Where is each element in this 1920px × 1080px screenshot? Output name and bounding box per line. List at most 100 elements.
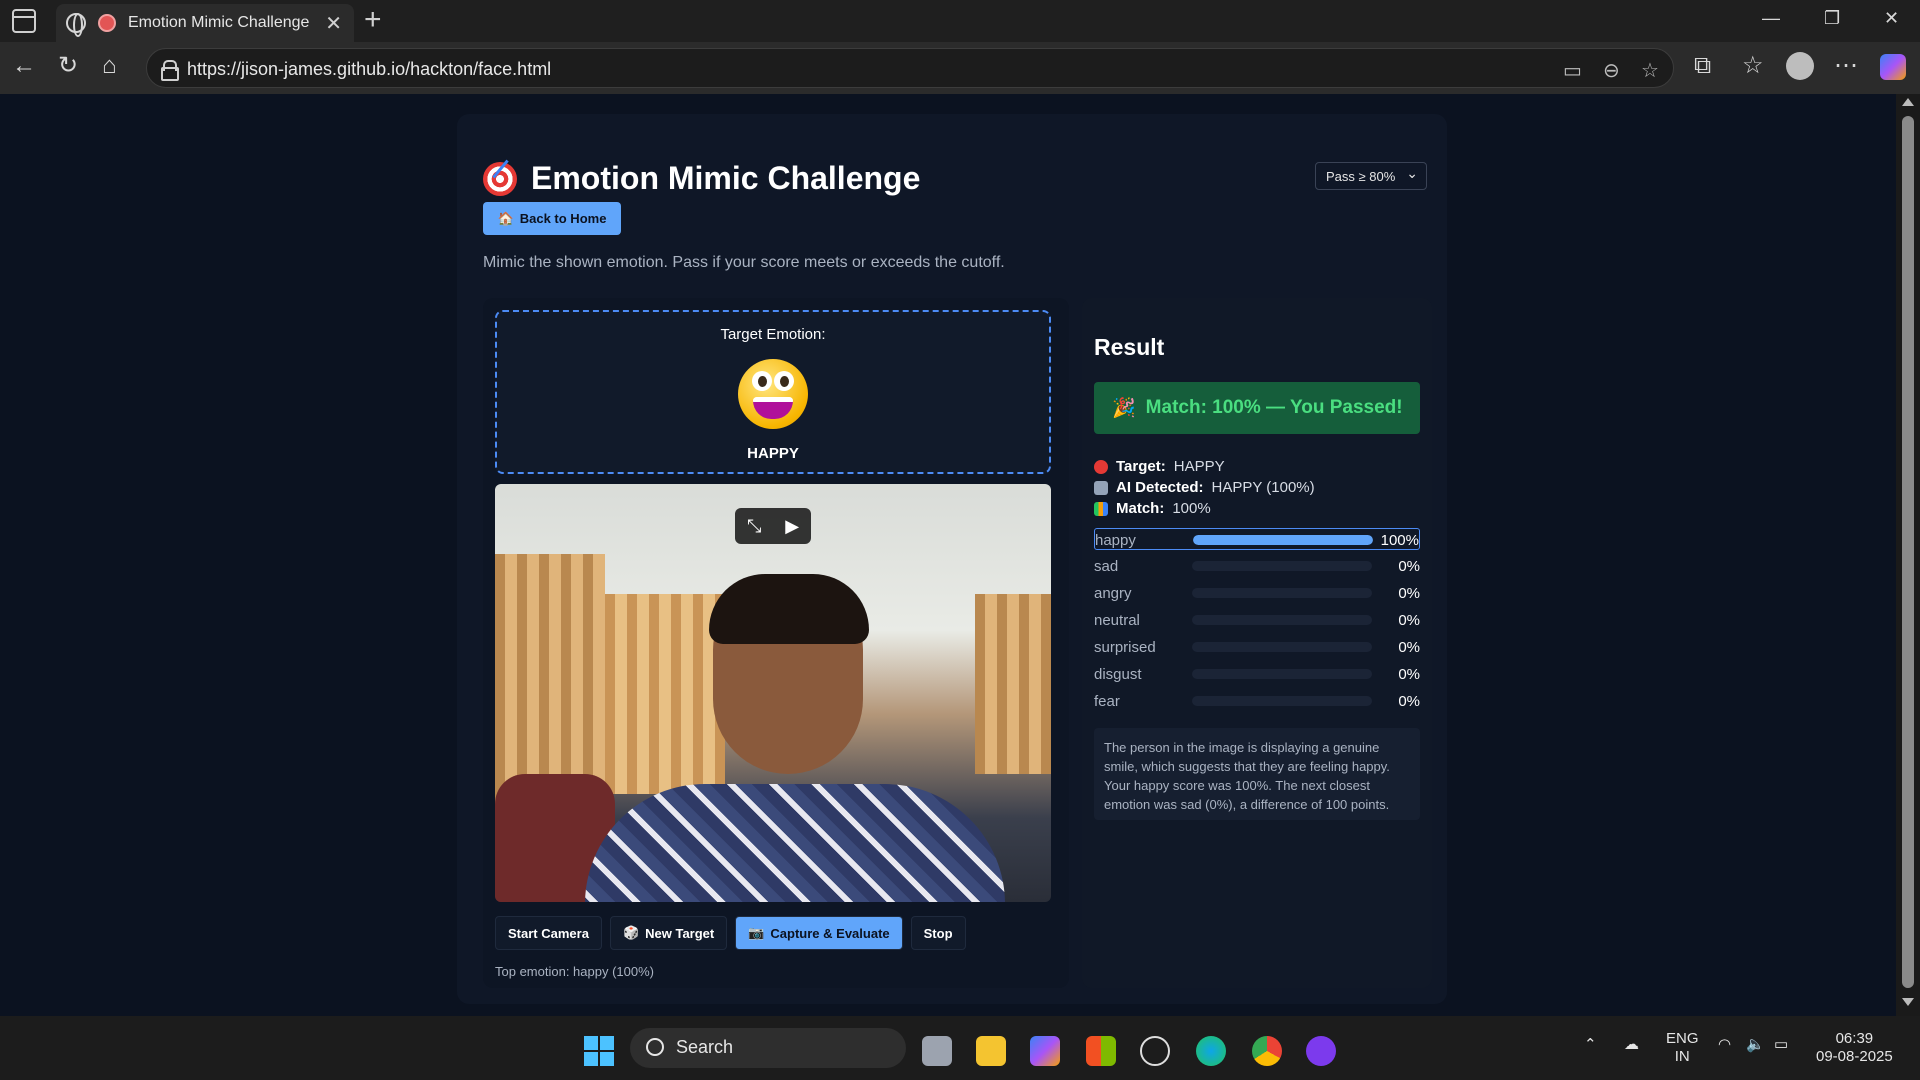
favorite-star-icon[interactable]: ☆ [1641, 58, 1659, 83]
wifi-icon[interactable]: ◠ [1718, 1036, 1731, 1054]
party-popper-icon: 🎉 [1112, 398, 1136, 419]
store-icon[interactable] [1086, 1036, 1116, 1066]
copilot-app-icon[interactable] [1030, 1036, 1060, 1066]
browser-tab[interactable]: Emotion Mimic Challenge ✕ [56, 4, 354, 42]
emotion-score-bar [1192, 588, 1372, 598]
emotion-percent: 0% [1398, 639, 1420, 656]
camera-icon[interactable]: ▭ [1563, 58, 1582, 83]
url-text[interactable]: https://jison-james.github.io/hackton/fa… [187, 59, 551, 80]
target-emotion-name: HAPPY [747, 445, 799, 462]
browser-tab-bar: Emotion Mimic Challenge ✕ + — ❐ ✕ [0, 0, 1920, 42]
zoom-icon[interactable]: ⊖ [1603, 58, 1620, 83]
profile-avatar[interactable] [1786, 52, 1814, 80]
pass-banner-text: Match: 100% — You Passed! [1145, 397, 1403, 418]
sidebar-toggle-icon[interactable] [12, 9, 36, 33]
picture-in-picture-icon[interactable]: ▶ [785, 516, 799, 537]
github-icon[interactable] [1306, 1036, 1336, 1066]
capture-evaluate-button[interactable]: 📷 Capture & Evaluate [735, 916, 903, 950]
pass-cutoff-value: Pass ≥ 80% [1326, 169, 1396, 184]
dart-target-icon [1094, 459, 1108, 474]
exit-fullscreen-icon[interactable]: ⤡ [747, 516, 761, 537]
emotion-score-bar [1192, 696, 1372, 706]
home-icon[interactable]: ⌂ [102, 54, 117, 78]
restore-icon[interactable]: ❐ [1824, 8, 1840, 29]
start-camera-button[interactable]: Start Camera [495, 916, 602, 950]
emotion-name: neutral [1094, 612, 1140, 629]
lock-icon[interactable] [161, 60, 179, 81]
back-icon[interactable]: ← [12, 54, 36, 78]
browser-nav-bar: ← ↻ ⌂ https://jison-james.github.io/hack… [0, 42, 1920, 94]
vertical-scrollbar[interactable] [1896, 94, 1920, 1016]
emotion-name: fear [1094, 693, 1120, 710]
result-heading: Result [1094, 334, 1165, 360]
cloud-offline-icon[interactable]: ☁ [1624, 1036, 1639, 1054]
edge-icon[interactable] [1196, 1036, 1226, 1066]
page-viewport: Emotion Mimic Challenge Pass ≥ 80% 🏠 Bac… [6, 94, 1896, 1016]
stop-button[interactable]: Stop [910, 916, 966, 950]
copilot-icon[interactable] [1880, 54, 1906, 80]
file-explorer-icon[interactable] [976, 1036, 1006, 1066]
pass-cutoff-select[interactable]: Pass ≥ 80% [1315, 162, 1427, 190]
scrollbar-thumb[interactable] [1902, 116, 1914, 988]
new-target-button[interactable]: 🎲 New Target [609, 916, 728, 950]
more-menu-icon[interactable]: ⋯ [1834, 54, 1858, 78]
taskbar-search-label: Search [676, 1037, 734, 1057]
emotion-name: sad [1094, 558, 1119, 575]
emotion-row-disgust: disgust 0% [1094, 663, 1420, 685]
scroll-down-icon[interactable] [1902, 998, 1914, 1006]
emotion-score-bar [1192, 669, 1372, 679]
emotion-score-bar [1192, 642, 1372, 652]
clock-time: 06:39 [1835, 1030, 1874, 1047]
pass-banner: 🎉 Match: 100% — You Passed! [1094, 382, 1420, 434]
windows-taskbar: Search ⌃ ☁ ENG IN ◠ 🔈 ▭ 06:39 09-08-2025 [0, 1016, 1920, 1080]
globe-icon [66, 13, 86, 37]
stop-label: Stop [923, 925, 953, 941]
emotion-score-fill [1193, 535, 1373, 545]
tray-overflow-icon[interactable]: ⌃ [1584, 1036, 1597, 1054]
new-tab-icon[interactable]: + [364, 4, 382, 36]
target-emotion-box: Target Emotion: HAPPY [495, 310, 1051, 474]
control-buttons: Start Camera 🎲 New Target 📷 Capture & Ev… [495, 916, 966, 950]
emotion-name: angry [1094, 585, 1132, 602]
extensions-icon[interactable]: ⧉ [1694, 54, 1711, 78]
recording-icon [98, 14, 116, 32]
target-info-value: HAPPY [1173, 458, 1225, 475]
intro-text: Mimic the shown emotion. Pass if your sc… [483, 254, 1005, 271]
emotion-row-sad: sad 0% [1094, 555, 1420, 577]
emotion-score-bar [1193, 535, 1373, 545]
ai-detected-label: AI Detected: [1116, 479, 1204, 496]
volume-icon[interactable]: 🔈 [1746, 1036, 1765, 1054]
match-label: Match: [1116, 500, 1165, 517]
favorites-icon[interactable]: ☆ [1742, 54, 1764, 78]
taskbar-search[interactable]: Search [630, 1028, 906, 1068]
emotion-row-surprised: surprised 0% [1094, 636, 1420, 658]
region-code: IN [1674, 1048, 1690, 1065]
reload-icon[interactable]: ↻ [58, 54, 78, 78]
window-close-icon[interactable]: ✕ [1884, 8, 1899, 29]
emotion-row-neutral: neutral 0% [1094, 609, 1420, 631]
dart-target-icon [483, 161, 517, 196]
battery-icon[interactable]: ▭ [1774, 1036, 1788, 1054]
target-emotion-label: Target Emotion: [720, 326, 826, 343]
windows-start-icon[interactable] [584, 1036, 614, 1066]
address-bar[interactable]: https://jison-james.github.io/hackton/fa… [146, 48, 1674, 88]
language-indicator[interactable]: ENG IN [1666, 1030, 1699, 1066]
back-to-home-button[interactable]: 🏠 Back to Home [483, 202, 621, 235]
close-tab-icon[interactable]: ✕ [325, 11, 342, 36]
page-title-text: Emotion Mimic Challenge [531, 160, 921, 196]
minimize-icon[interactable]: — [1762, 8, 1780, 29]
camera-video-feed[interactable]: ⤡ ▶ [495, 484, 1051, 902]
clock[interactable]: 06:39 09-08-2025 [1816, 1030, 1893, 1066]
scroll-up-icon[interactable] [1902, 98, 1914, 106]
emotion-row-fear: fear 0% [1094, 690, 1420, 712]
result-panel: Result 🎉 Match: 100% — You Passed! Targe… [1082, 298, 1432, 988]
house-icon: 🏠 [497, 210, 514, 226]
target-info: Target: HAPPY [1094, 458, 1225, 475]
chrome-icon[interactable] [1252, 1036, 1282, 1066]
dell-icon[interactable] [1140, 1036, 1170, 1066]
emotion-percent: 0% [1398, 558, 1420, 575]
emotion-percent: 0% [1398, 666, 1420, 683]
task-view-icon[interactable] [922, 1036, 952, 1066]
emotion-percent: 0% [1398, 612, 1420, 629]
match-value: 100% [1172, 500, 1211, 517]
